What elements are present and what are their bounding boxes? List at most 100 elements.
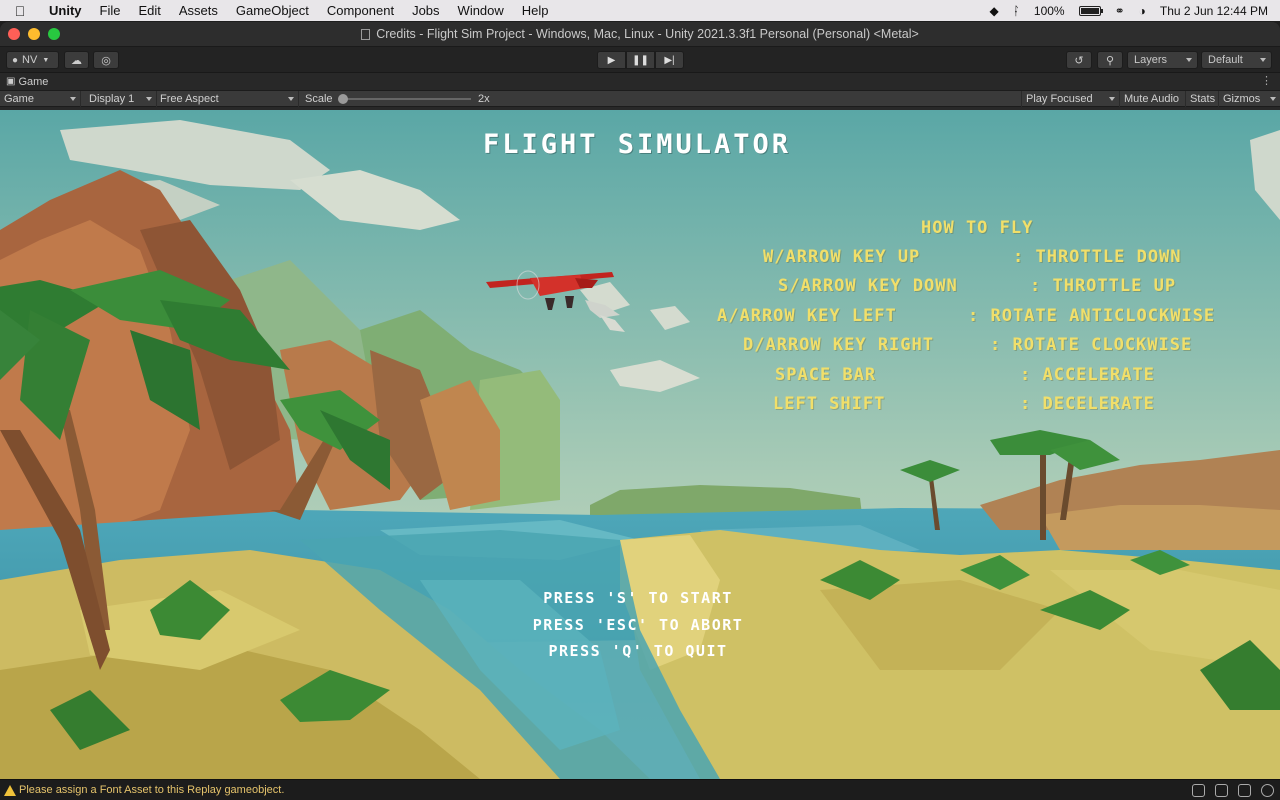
menu-clock[interactable]: Thu 2 Jun 12:44 PM [1160,4,1268,18]
stack-icon[interactable] [1215,784,1228,797]
more-options-icon[interactable]: ⋮ [1261,74,1272,87]
cloud-button[interactable]: ☁ [64,51,89,69]
battery-fill [1080,7,1099,14]
step-button[interactable]: ▶| [655,51,684,69]
game-tab-bar: ▣ Game ⋮ [0,72,1280,90]
warning-icon [4,784,16,796]
menu-component[interactable]: Component [318,3,403,18]
press-start-text: PRESS 'S' TO START [543,589,733,607]
control-center-icon[interactable]: ◑ [1139,4,1146,18]
bluetooth-icon[interactable]: ᛛ [1013,4,1020,18]
progress-icon[interactable] [1261,784,1274,797]
battery-percent: 100% [1033,3,1065,18]
chevron-down-icon: ▼ [42,56,50,64]
document-icon [361,28,371,40]
chevron-down-icon [1109,97,1115,101]
layout-dropdown[interactable]: Default [1201,51,1272,69]
minimize-window-button[interactable] [28,28,40,40]
control-key-4: D/ARROW KEY RIGHT [743,335,934,355]
menu-edit[interactable]: Edit [129,3,169,18]
unity-status-icon[interactable]: ◆ [989,4,998,18]
control-key-2: S/ARROW KEY DOWN [778,276,958,296]
game-viewport[interactable]: FLIGHT SIMULATOR HOW TO FLY W/ARROW KEY … [0,110,1280,779]
console-status-bar[interactable]: Please assign a Font Asset to this Repla… [0,779,1280,800]
mute-audio-button[interactable]: Mute Audio [1120,91,1186,107]
cloud-icon: ☁ [71,54,82,67]
menu-file[interactable]: File [91,3,130,18]
pause-button[interactable]: ❚❚ [626,51,655,69]
scale-slider-handle[interactable] [338,94,348,104]
control-action-6: : DECELERATE [1020,394,1155,414]
search-button[interactable]: ⚲ [1097,51,1123,69]
layout-label: Default [1208,54,1243,66]
auto-generate-lighting-icon[interactable] [1238,784,1251,797]
menu-window[interactable]: Window [449,3,513,18]
view-mode-dropdown[interactable]: Game [0,91,81,107]
menu-gameobject[interactable]: GameObject [227,3,318,18]
control-action-2: : THROTTLE UP [1030,276,1177,296]
gamepad-icon: ▣ [6,76,16,87]
display-dropdown[interactable]: Display 1 [85,91,157,107]
scale-slider-track[interactable] [341,98,471,100]
account-icon: ● [12,54,19,66]
control-key-3: A/ARROW KEY LEFT [717,306,897,326]
display-label: Display 1 [89,93,135,105]
main-toolbar: ● NV ▼ ☁ ◎ ▶ ❚❚ ▶| ↺ ⚲ Layers Default [0,46,1280,72]
menu-help[interactable]: Help [513,3,558,18]
scale-label: Scale [305,93,333,105]
chevron-down-icon [146,97,152,101]
history-icon: ↺ [1074,54,1084,67]
bug-icon[interactable] [1192,784,1205,797]
collab-icon: ◎ [101,54,111,67]
control-action-1: : THROTTLE DOWN [1013,247,1182,267]
apple-menu-icon[interactable]:  [0,3,40,19]
stats-button[interactable]: Stats [1186,91,1219,107]
play-focused-label: Play Focused [1026,93,1093,105]
step-icon: ▶| [664,54,675,66]
battery-icon[interactable] [1078,5,1103,16]
game-scene-background [0,110,1280,779]
unity-window: Credits - Flight Sim Project - Windows, … [0,22,1280,800]
layers-dropdown[interactable]: Layers [1127,51,1198,69]
control-action-5: : ACCELERATE [1020,365,1155,385]
how-to-fly-heading: HOW TO FLY [921,218,1034,238]
zoom-window-button[interactable] [48,28,60,40]
history-button[interactable]: ↺ [1066,51,1092,69]
account-button[interactable]: ● NV ▼ [6,51,59,69]
window-title: Credits - Flight Sim Project - Windows, … [376,27,919,41]
view-mode-label: Game [4,93,34,105]
chevron-down-icon [1260,58,1266,62]
control-key-1: W/ARROW KEY UP [763,247,921,267]
chevron-down-icon [70,97,76,101]
control-action-4: : ROTATE CLOCKWISE [990,335,1193,355]
press-quit-text: PRESS 'Q' TO QUIT [548,642,728,660]
tab-game[interactable]: Game [18,76,48,88]
collab-button[interactable]: ◎ [93,51,119,69]
game-view-toolbar: Game Display 1 Free Aspect Scale 2x Play… [0,90,1280,107]
play-focused-dropdown[interactable]: Play Focused [1021,91,1120,107]
gizmos-label: Gizmos [1223,93,1261,105]
window-titlebar: Credits - Flight Sim Project - Windows, … [0,22,1280,46]
chevron-down-icon [1186,58,1192,62]
menu-assets[interactable]: Assets [170,3,227,18]
layers-label: Layers [1134,54,1168,66]
play-button[interactable]: ▶ [597,51,626,69]
scale-value: 2x [478,93,490,105]
control-key-6: LEFT SHIFT [773,394,886,414]
close-window-button[interactable] [8,28,20,40]
screen-mirroring-icon[interactable]: ⚭ [1115,4,1125,18]
menu-jobs[interactable]: Jobs [403,3,448,18]
macos-menu-bar:  Unity File Edit Assets GameObject Comp… [0,0,1280,21]
chevron-down-icon [288,97,294,101]
play-icon: ▶ [607,54,616,66]
control-action-3: : ROTATE ANTICLOCKWISE [968,306,1216,326]
aspect-dropdown[interactable]: Free Aspect [156,91,299,107]
menu-app-unity[interactable]: Unity [40,3,91,18]
control-key-5: SPACE BAR [775,365,877,385]
gizmos-dropdown[interactable]: Gizmos [1219,91,1280,107]
aspect-label: Free Aspect [160,93,219,105]
game-title: FLIGHT SIMULATOR [482,129,792,160]
status-message[interactable]: Please assign a Font Asset to this Repla… [19,784,284,796]
press-abort-text: PRESS 'ESC' TO ABORT [532,616,744,634]
playback-controls: ▶ ❚❚ ▶| [597,51,684,69]
